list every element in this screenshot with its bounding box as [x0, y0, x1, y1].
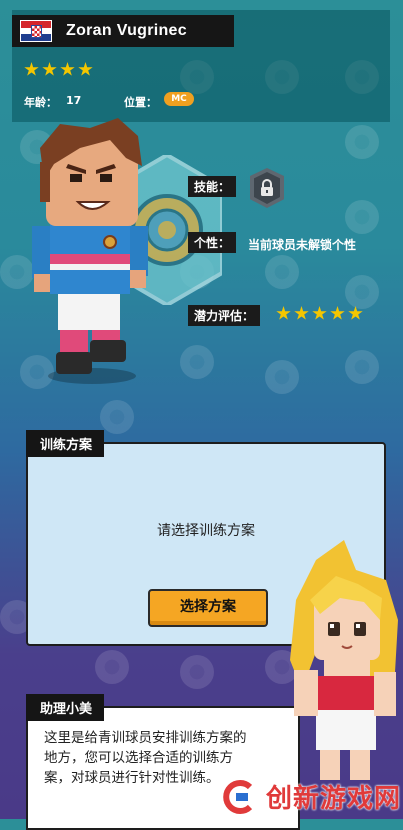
- position-label: 位置：: [124, 96, 157, 109]
- position-badge: MC: [164, 92, 194, 106]
- player-screen: { "player": { "name": "Zoran Vugrinec", …: [0, 0, 403, 830]
- personality-label: 个性：: [188, 232, 237, 253]
- player-name: Zoran Vugrinec: [66, 22, 187, 39]
- star-icon: [276, 306, 291, 320]
- assistant-character: [290, 540, 398, 780]
- croatia-flag-icon: [20, 20, 52, 42]
- skill-label: 技能：: [188, 176, 237, 197]
- potential-label: 潜力评估：: [188, 305, 261, 326]
- age-value: 17: [66, 94, 82, 107]
- assistant-section-title: 助理小美: [26, 694, 105, 721]
- select-plan-button[interactable]: 选择方案: [148, 589, 268, 627]
- watermark-logo-icon: [222, 778, 258, 815]
- player-name-tag: Zoran Vugrinec: [12, 15, 234, 47]
- training-prompt: 请选择训练方案: [157, 523, 255, 539]
- star-icon: [24, 62, 39, 76]
- training-section-title: 训练方案: [26, 430, 105, 457]
- star-icon: [42, 62, 57, 76]
- player-star-rating: [24, 62, 93, 77]
- star-icon: [60, 62, 75, 76]
- star-icon: [312, 306, 327, 320]
- age-label: 年龄：: [24, 96, 57, 109]
- star-icon: [294, 306, 309, 320]
- personality-value: 当前球员未解锁个性: [248, 238, 357, 252]
- skill-lock-badge[interactable]: [250, 168, 284, 208]
- player-character: [32, 118, 148, 384]
- potential-star-rating: [276, 306, 363, 321]
- star-icon: [348, 306, 363, 320]
- lock-icon: [261, 179, 273, 196]
- watermark-text: 创新游戏网: [266, 784, 402, 814]
- star-icon: [330, 306, 345, 320]
- watermark: 创新游戏网: [220, 774, 403, 819]
- star-icon: [78, 62, 93, 76]
